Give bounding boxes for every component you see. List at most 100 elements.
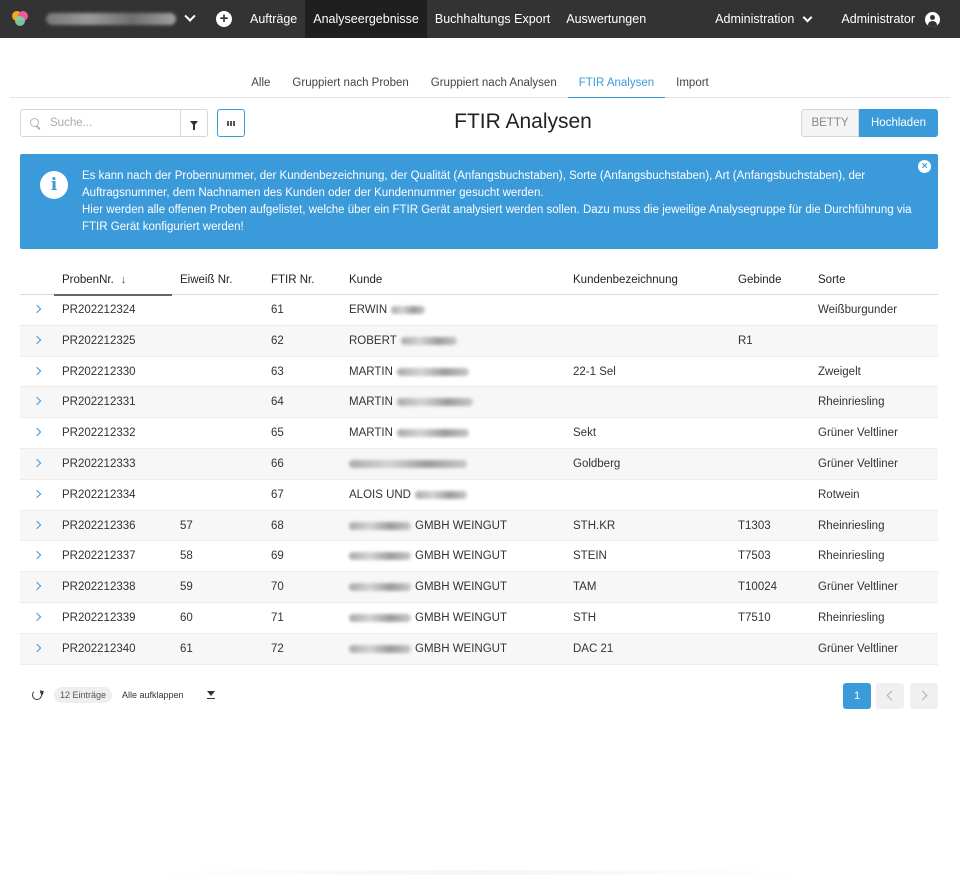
tab-ftir-analysen[interactable]: FTIR Analysen — [567, 70, 666, 98]
table-row[interactable]: PR202212339 60 71 STH T7510 Rheinriesling GMBH… — [20, 603, 938, 634]
refresh-icon[interactable] — [32, 690, 42, 700]
expand-row-chevron-icon[interactable] — [32, 366, 42, 375]
tenant-selector-redacted[interactable] — [46, 13, 176, 25]
cell-ftir: 70 — [271, 581, 284, 594]
cell-kunde-text: ERWIN — [349, 304, 388, 316]
nav-item-buchhaltungs-export[interactable]: Buchhaltungs Export — [427, 0, 558, 38]
expand-row-chevron-icon[interactable] — [32, 304, 42, 314]
redacted-name — [349, 459, 467, 468]
info-icon: i — [40, 171, 68, 199]
table-row[interactable]: PR202212331 64 Rheinriesling MARTIN — [20, 387, 938, 419]
cell-probennr: PR202212337 — [62, 550, 136, 563]
cell-ftir: 71 — [271, 611, 284, 624]
entry-count-badge: 12 Einträge — [54, 687, 113, 703]
column-header-ftir[interactable]: FTIR Nr. — [271, 274, 314, 286]
tab-alle[interactable]: Alle — [240, 70, 281, 98]
nav-item-administration[interactable]: Administration — [709, 0, 800, 38]
chevron-down-icon[interactable] — [184, 10, 196, 22]
bottom-divider — [150, 870, 810, 875]
cell-sorte: Rheinriesling — [818, 519, 885, 532]
user-avatar-icon[interactable] — [925, 11, 940, 27]
column-header-eiweiss[interactable]: Eiweiß Nr. — [180, 274, 232, 286]
cell-kunde-text: GMBH WEINGUT — [415, 611, 507, 624]
redacted-name — [396, 398, 473, 407]
download-icon[interactable] — [207, 689, 215, 699]
cell-kunde-text: MARTIN — [349, 396, 393, 409]
ftir-table: ProbenNr. ↓ Eiweiß Nr. FTIR Nr. Kunde Kun… — [20, 266, 938, 665]
expand-row-chevron-icon[interactable] — [32, 489, 42, 499]
expand-row-chevron-icon[interactable] — [32, 458, 42, 468]
expand-row-chevron-icon[interactable] — [32, 643, 42, 653]
search-box — [20, 109, 181, 137]
filter-button[interactable] — [180, 109, 208, 137]
app-logo-icon[interactable] — [12, 11, 28, 27]
expand-row-chevron-icon[interactable] — [32, 520, 42, 529]
table-row[interactable]: PR202212333 66 Goldberg Grüner Veltliner — [20, 448, 938, 480]
tab-gruppiert-nach-analysen[interactable]: Gruppiert nach Analysen — [420, 70, 568, 98]
expand-row-chevron-icon[interactable] — [32, 397, 42, 406]
columns-icon — [227, 120, 229, 126]
column-header-gebinde[interactable]: Gebinde — [738, 274, 781, 286]
expand-row-chevron-icon[interactable] — [32, 335, 42, 345]
table-row[interactable]: PR202212330 63 22-1 Sel Zweigelt MARTIN — [20, 357, 938, 388]
expand-row-chevron-icon[interactable] — [32, 551, 42, 560]
column-header-sorte[interactable]: Sorte — [818, 274, 846, 286]
cell-probennr: PR202212332 — [62, 427, 136, 440]
cell-gebinde: T1303 — [738, 519, 771, 532]
info-line-2: Hier werden alle offenen Proben aufgelis… — [82, 204, 912, 233]
column-header-kundenbezeichnung[interactable]: Kundenbezeichnung — [573, 274, 678, 286]
info-line-1: Es kann nach der Probennummer, der Kunde… — [82, 170, 866, 199]
view-tabs: Alle Gruppiert nach Proben Gruppiert nac… — [10, 70, 950, 98]
expand-row-chevron-icon[interactable] — [32, 581, 42, 591]
table-row[interactable]: PR202212338 59 70 TAM T10024 Grüner Veltliner… — [20, 572, 938, 603]
cell-kunde-text: ROBERT — [349, 334, 397, 347]
pagination-prev-button[interactable] — [876, 683, 904, 709]
info-text: Es kann nach der Probennummer, der Kunde… — [82, 168, 912, 236]
table-row[interactable]: PR202212340 61 72 DAC 21 Grüner Veltliner GMB… — [20, 633, 938, 665]
pagination-page-1[interactable]: 1 — [843, 683, 871, 709]
user-menu[interactable]: Administrator — [835, 0, 921, 38]
column-header-kunde[interactable]: Kunde — [349, 274, 382, 286]
table-row[interactable]: PR202212337 58 69 STEIN T7503 Rheinriesling GM… — [20, 541, 938, 573]
cell-sorte: Zweigelt — [818, 365, 861, 378]
column-header-label: ProbenNr. — [62, 274, 114, 286]
cell-kundenbezeichnung: TAM — [573, 581, 597, 594]
expand-row-chevron-icon[interactable] — [32, 612, 42, 622]
cell-kunde-text: GMBH WEINGUT — [415, 581, 507, 594]
table-row[interactable]: PR202212334 67 Rotwein ALOIS UND — [20, 480, 938, 511]
cell-kunde-text: GMBH WEINGUT — [415, 642, 507, 655]
redacted-name — [349, 521, 411, 530]
table-row[interactable]: PR202212325 62 R1 ROBERT — [20, 325, 938, 357]
upload-button[interactable]: Hochladen — [859, 109, 938, 137]
chevron-down-icon[interactable] — [802, 12, 813, 23]
nav-item-auftraege[interactable]: Aufträge — [242, 0, 305, 38]
cell-ftir: 68 — [271, 519, 284, 532]
pagination-next-button[interactable] — [910, 683, 938, 709]
redacted-name — [415, 490, 467, 499]
cell-eiweiss: 60 — [180, 611, 193, 624]
table-row[interactable]: PR202212332 65 Sekt Grüner Veltliner MARTIN — [20, 418, 938, 449]
expand-row-chevron-icon[interactable] — [32, 427, 42, 437]
nav-item-auswertungen[interactable]: Auswertungen — [558, 0, 654, 38]
redacted-name — [349, 583, 411, 592]
tab-import[interactable]: Import — [665, 70, 720, 98]
column-header-probennr[interactable]: ProbenNr. ↓ — [62, 274, 126, 286]
add-icon[interactable]: + — [216, 11, 232, 27]
columns-icon-bar — [233, 120, 235, 126]
nav-item-analyseergebnisse[interactable]: Analyseergebnisse — [305, 0, 427, 38]
cell-kunde-text: GMBH WEINGUT — [415, 550, 507, 563]
tab-gruppiert-nach-proben[interactable]: Gruppiert nach Proben — [281, 70, 419, 98]
column-toggle-button[interactable] — [217, 109, 245, 137]
cell-sorte: Grüner Veltliner — [818, 457, 898, 470]
close-icon[interactable]: × — [918, 160, 931, 173]
expand-all-button[interactable]: Alle aufklappen — [122, 690, 184, 700]
table-row[interactable]: PR202212336 57 68 STH.KR T1303 Rheinriesling G… — [20, 510, 938, 542]
cell-kunde: ERWIN — [349, 304, 426, 316]
cell-kundenbezeichnung: STH.KR — [573, 519, 616, 532]
cell-probennr: PR202212336 — [62, 519, 136, 532]
table-row[interactable]: PR202212324 61 Weißburgunder ERWIN — [20, 295, 938, 326]
cell-kunde — [349, 458, 471, 470]
betty-button[interactable]: BETTY — [801, 109, 859, 137]
search-input[interactable] — [50, 117, 175, 129]
redacted-name — [349, 552, 411, 561]
